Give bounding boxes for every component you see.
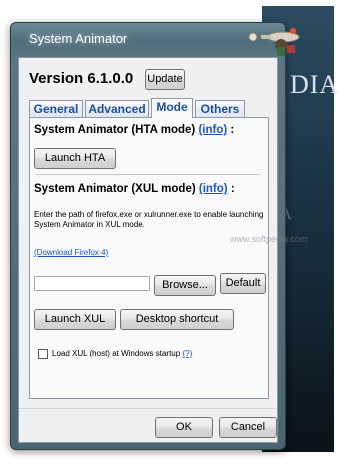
tab-others[interactable]: Others: [195, 100, 245, 117]
default-button[interactable]: Default: [220, 273, 266, 294]
footer-divider: [19, 408, 275, 409]
softpedia-watermark: www.softpedia.com: [230, 234, 308, 244]
hta-heading-text: System Animator (HTA mode): [34, 124, 196, 136]
desktop-shortcut-button[interactable]: Desktop shortcut: [120, 309, 234, 330]
update-button[interactable]: Update: [145, 69, 185, 90]
version-label: Version 6.1.0.0: [29, 70, 134, 87]
wallpaper-text: DIA: [290, 70, 340, 99]
xul-heading-colon: :: [230, 183, 235, 195]
xul-section-heading: System Animator (XUL mode) (info) :: [34, 183, 235, 195]
xul-info-link[interactable]: (info): [199, 183, 228, 195]
startup-help-link[interactable]: (?): [182, 349, 192, 358]
hta-info-link[interactable]: (info): [198, 124, 227, 136]
startup-checkbox[interactable]: [38, 349, 48, 359]
window-title: System Animator: [29, 31, 128, 46]
tab-advanced[interactable]: Advanced: [85, 100, 149, 117]
xul-description: Enter the path of firefox.exe or xulrunn…: [34, 210, 264, 229]
tab-mode[interactable]: Mode: [151, 98, 193, 118]
launch-hta-button[interactable]: Launch HTA: [34, 148, 116, 169]
hta-section-heading: System Animator (HTA mode) (info) :: [34, 124, 234, 136]
xul-path-input[interactable]: [34, 276, 150, 291]
launch-xul-button[interactable]: Launch XUL: [34, 309, 116, 330]
startup-label: Load XUL (host) at Windows startup (?): [52, 349, 192, 358]
section-divider: [36, 174, 260, 175]
hta-heading-colon: :: [230, 124, 235, 136]
ok-button[interactable]: OK: [155, 417, 213, 438]
browse-button[interactable]: Browse...: [154, 275, 216, 296]
startup-text: Load XUL (host) at Windows startup: [52, 349, 181, 358]
mode-tab-panel: System Animator (HTA mode) (info) : Laun…: [29, 117, 269, 399]
xul-heading-text: System Animator (XUL mode): [34, 183, 196, 195]
mascot-icon: [248, 28, 300, 56]
cancel-button[interactable]: Cancel: [219, 417, 277, 438]
tab-general[interactable]: General: [29, 100, 83, 117]
dialog-client-area: Version 6.1.0.0 Update General Advanced …: [18, 57, 278, 443]
download-firefox-link[interactable]: (Download Firefox 4): [34, 248, 108, 257]
